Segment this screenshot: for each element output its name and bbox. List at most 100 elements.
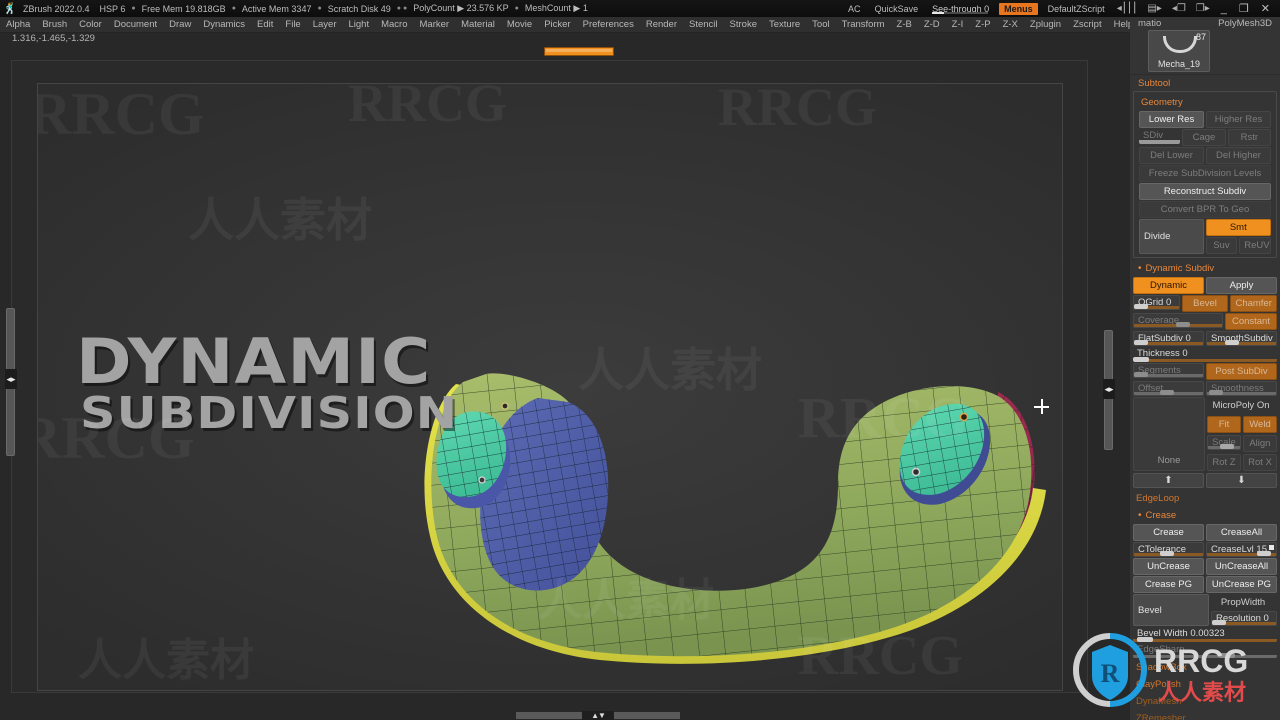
menu-item-zp[interactable]: Z-P [969, 19, 996, 30]
ctolerance-knob[interactable] [1160, 551, 1174, 556]
uncrease-pg-button[interactable]: UnCrease PG [1206, 576, 1277, 593]
chamfer-button[interactable]: Chamfer [1230, 295, 1278, 312]
menu-item-dynamics[interactable]: Dynamics [197, 19, 251, 30]
scroll-track-right[interactable] [614, 712, 680, 719]
propwidth-button[interactable]: PropWidth [1211, 594, 1277, 610]
menu-item-file[interactable]: File [279, 19, 306, 30]
rot-x-button[interactable]: Rot X [1243, 454, 1277, 471]
menu-item-zx[interactable]: Z-X [997, 19, 1024, 30]
smoothsubdiv-knob[interactable] [1225, 340, 1239, 345]
edgesharp-slider[interactable]: EdgeSharp [1133, 643, 1277, 658]
sliders-icon[interactable]: ▤▸ [1142, 3, 1166, 14]
section-geometry-title[interactable]: Geometry [1136, 94, 1274, 110]
smoothsubdiv-slider[interactable]: SmoothSubdiv [1206, 331, 1277, 346]
mesh-left-handle-bottom[interactable] [478, 476, 486, 484]
flatsubdiv-knob[interactable] [1134, 340, 1148, 345]
reuv-button[interactable]: ReUV [1239, 237, 1272, 254]
align-button[interactable]: Align [1242, 435, 1277, 452]
menu-item-draw[interactable]: Draw [163, 19, 197, 30]
mesh-right-handle-bottom[interactable] [911, 467, 921, 477]
menu-item-preferences[interactable]: Preferences [577, 19, 640, 30]
resolution-knob[interactable] [1212, 620, 1226, 625]
thickness-knob[interactable] [1133, 357, 1149, 362]
coverage-slider[interactable]: Coverage [1133, 313, 1223, 328]
resolution-slider[interactable]: Resolution 0 [1211, 611, 1277, 626]
post-subdiv-button[interactable]: Post SubDiv [1206, 363, 1277, 380]
scroll-track-left[interactable] [516, 712, 582, 719]
menu-item-marker[interactable]: Marker [414, 19, 456, 30]
restore-button[interactable]: ❐ [1233, 2, 1255, 15]
menu-item-stroke[interactable]: Stroke [724, 19, 763, 30]
bevel-button[interactable]: Bevel [1133, 594, 1209, 626]
crease-pg-button[interactable]: Crease PG [1133, 576, 1204, 593]
close-button[interactable]: ✕ [1255, 2, 1276, 15]
menu-item-zd[interactable]: Z-D [918, 19, 946, 30]
offset-slider[interactable]: Offset [1133, 381, 1204, 396]
section-shadowbox[interactable]: ShadowBox [1130, 659, 1280, 676]
mesh-left-handle-top[interactable] [501, 402, 509, 410]
smoothness-knob[interactable] [1209, 390, 1223, 395]
mesh-right-handle-top[interactable] [959, 412, 969, 422]
right-tray-handle[interactable]: ◂▸ [1103, 330, 1115, 450]
menu-item-material[interactable]: Material [455, 19, 501, 30]
segments-slider[interactable]: Segments [1133, 363, 1204, 378]
quicksave-button[interactable]: QuickSave [868, 4, 926, 14]
defaultzscript-label[interactable]: DefaultZScript [1041, 4, 1112, 14]
viewport-canvas[interactable]: DYNAMIC SUBDIVISION RRCG RRCG RRCG 人人素材 … [37, 83, 1063, 691]
qgrid-bevel-button[interactable]: Bevel [1181, 295, 1229, 312]
suv-button[interactable]: Suv [1205, 237, 1238, 254]
left-tray-arrow-icon[interactable]: ◂▸ [5, 369, 17, 389]
scale-knob[interactable] [1220, 444, 1234, 449]
del-lower-button[interactable]: Del Lower [1139, 147, 1204, 164]
current-tool-thumbnail[interactable]: 87 Mecha_19 [1148, 30, 1210, 72]
crease-all-button[interactable]: CreaseAll [1206, 524, 1277, 541]
qgrid-slider[interactable]: QGrid 0 [1133, 295, 1180, 310]
reconstruct-subdiv-button[interactable]: Reconstruct Subdiv [1139, 183, 1271, 200]
cage-button[interactable]: Cage [1182, 129, 1226, 146]
micropoly-on-button[interactable]: MicroPoly On [1207, 397, 1277, 414]
section-subtool[interactable]: Subtool [1130, 75, 1280, 91]
menu-item-tool[interactable]: Tool [806, 19, 835, 30]
micropoly-preview[interactable]: None [1133, 397, 1205, 471]
crease-button[interactable]: Crease [1133, 524, 1204, 541]
menu-item-layer[interactable]: Layer [307, 19, 343, 30]
arrow-down-icon[interactable]: ⬇ [1206, 473, 1277, 488]
canvas-horizontal-scrollbar[interactable]: ▲▼ [516, 711, 680, 720]
weld-button[interactable]: Weld [1243, 416, 1277, 433]
scroll-thumb[interactable]: ▲▼ [582, 711, 614, 720]
segments-knob[interactable] [1134, 372, 1148, 377]
divide-button[interactable]: Divide [1139, 219, 1204, 254]
menu-item-alpha[interactable]: Alpha [0, 19, 36, 30]
section-dynamesh[interactable]: DynaMesh [1130, 693, 1280, 710]
section-crease-title[interactable]: Crease [1130, 507, 1280, 523]
constant-button[interactable]: Constant [1224, 313, 1277, 330]
ac-button[interactable]: AC [841, 4, 868, 14]
menu-item-document[interactable]: Document [108, 19, 163, 30]
right-tray-arrow-icon[interactable]: ◂▸ [1103, 379, 1115, 399]
offset-knob[interactable] [1160, 390, 1174, 395]
menu-item-zb[interactable]: Z-B [891, 19, 918, 30]
smt-button[interactable]: Smt [1205, 219, 1271, 236]
left-tray-handle[interactable]: ◂▸ [5, 308, 17, 456]
section-dynamic-subdiv-title[interactable]: Dynamic Subdiv [1130, 260, 1280, 276]
window-panel-icon[interactable]: ❐▸ [1191, 3, 1215, 14]
menu-item-transform[interactable]: Transform [836, 19, 891, 30]
thickness-slider[interactable]: Thickness 0 [1133, 347, 1277, 362]
convert-bpr-to-geo-button[interactable]: Convert BPR To Geo [1139, 201, 1271, 218]
section-edgeloop[interactable]: EdgeLoop [1130, 490, 1280, 507]
section-claypolish[interactable]: ClayPolish [1130, 676, 1280, 693]
flatsubdiv-slider[interactable]: FlatSubdiv 0 [1133, 331, 1204, 346]
higher-res-button[interactable]: Higher Res [1206, 111, 1271, 128]
menu-item-edit[interactable]: Edit [251, 19, 279, 30]
uncrease-all-button[interactable]: UnCreaseAll [1206, 558, 1277, 575]
coverage-knob[interactable] [1176, 322, 1190, 327]
scale-slider[interactable]: Scale [1207, 435, 1241, 450]
menu-item-color[interactable]: Color [73, 19, 108, 30]
lower-res-button[interactable]: Lower Res [1139, 111, 1204, 128]
ctolerance-slider[interactable]: CTolerance 86 [1133, 542, 1204, 557]
arrow-up-icon[interactable]: ⬆ [1133, 473, 1204, 488]
section-zremesher[interactable]: ZRemesher [1130, 710, 1280, 720]
fit-button[interactable]: Fit [1207, 416, 1241, 433]
menu-item-movie[interactable]: Movie [501, 19, 538, 30]
menu-item-zplugin[interactable]: Zplugin [1024, 19, 1067, 30]
